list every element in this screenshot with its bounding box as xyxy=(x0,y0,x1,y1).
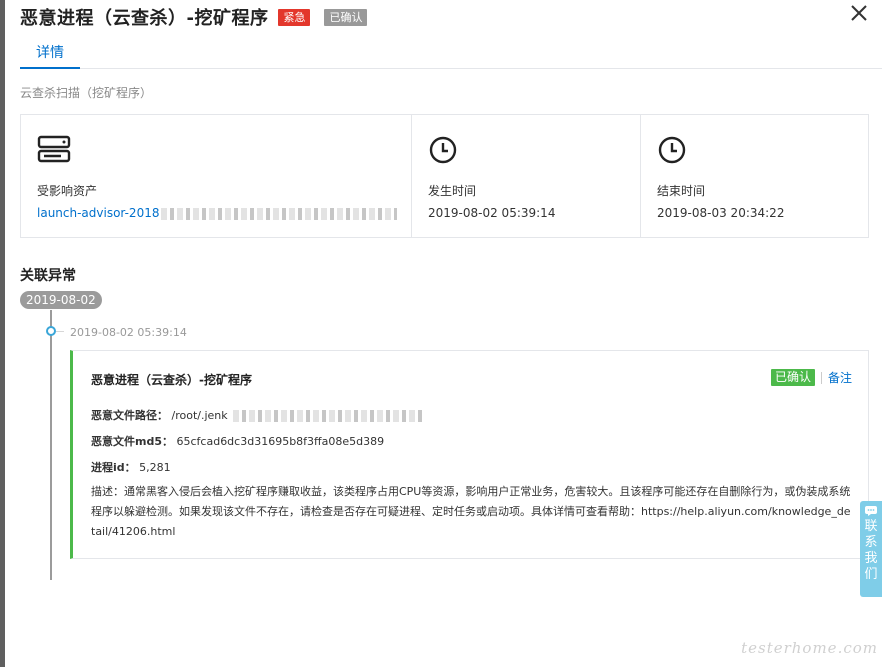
chat-icon xyxy=(865,506,877,516)
tab-bar: 详情 xyxy=(20,38,882,69)
confirmed-status-badge: 已确认 xyxy=(770,369,815,386)
md5-label: 恶意文件md5： xyxy=(91,435,173,448)
tab-details[interactable]: 详情 xyxy=(20,38,80,69)
header: 恶意进程（云查杀）-挖矿程序 紧急 已确认 xyxy=(20,4,368,30)
redacted-mask xyxy=(233,410,426,422)
status-tag: 已确认 xyxy=(324,8,368,26)
info-cell-asset: 受影响资产 launch-advisor-2018 xyxy=(21,115,411,237)
start-time-label: 发生时间 xyxy=(428,184,477,198)
start-time-value: 2019-08-02 05:39:14 xyxy=(428,206,556,220)
event-time: 2019-08-02 05:39:14 xyxy=(70,326,187,339)
timeline-date-badge: 2019-08-02 xyxy=(20,291,102,309)
md5-value: 65cfcad6dc3d31695b8f3ffa08e5d389 xyxy=(176,435,385,448)
asset-name: launch-advisor-2018 xyxy=(37,206,160,220)
timeline-dot xyxy=(46,326,56,336)
md5-row: 恶意文件md5： 65cfcad6dc3d31695b8f3ffa08e5d38… xyxy=(91,433,384,449)
description-label: 描述： xyxy=(91,485,124,498)
description-text: 通常黑客入侵后会植入挖矿程序赚取收益，该类程序占用CPU等资源，影响用户正常业务… xyxy=(91,485,851,538)
server-icon xyxy=(37,135,71,163)
description: 描述：通常黑客入侵后会植入挖矿程序赚取收益，该类程序占用CPU等资源，影响用户正… xyxy=(91,482,854,542)
page-title: 恶意进程（云查杀）-挖矿程序 xyxy=(20,8,269,29)
severity-tag: 紧急 xyxy=(278,8,311,26)
contact-us-label: 联系我们 xyxy=(864,519,878,582)
clock-icon xyxy=(429,136,457,164)
info-cell-start-time: 发生时间 2019-08-02 05:39:14 xyxy=(411,115,640,237)
asset-link[interactable]: launch-advisor-2018 xyxy=(37,206,398,220)
action-divider xyxy=(820,371,822,384)
info-panel: 受影响资产 launch-advisor-2018 发生时间 2019-08-0… xyxy=(20,114,869,238)
info-cell-end-time: 结束时间 2019-08-03 20:34:22 xyxy=(640,115,868,237)
event-actions: 已确认 备注 xyxy=(770,369,852,386)
left-edge-bar xyxy=(0,0,5,667)
redacted-mask xyxy=(161,207,398,220)
contact-us-button[interactable]: 联系我们 xyxy=(860,501,882,597)
close-button[interactable] xyxy=(848,2,870,24)
pid-value: 5,281 xyxy=(139,461,171,474)
end-time-label: 结束时间 xyxy=(657,184,706,198)
close-icon xyxy=(851,5,867,21)
note-link[interactable]: 备注 xyxy=(828,369,852,386)
timeline-line xyxy=(50,310,52,580)
timeline-connector xyxy=(56,331,64,332)
file-path-value: /root/.jenk xyxy=(171,409,228,422)
related-anomalies-heading: 关联异常 xyxy=(20,268,76,284)
file-path-label: 恶意文件路径： xyxy=(91,409,168,422)
file-path-row: 恶意文件路径： /root/.jenk xyxy=(91,407,426,423)
event-title: 恶意进程（云查杀）-挖矿程序 xyxy=(91,373,252,387)
pid-label: 进程id： xyxy=(91,461,136,474)
scan-subtitle: 云查杀扫描（挖矿程序） xyxy=(20,86,153,100)
end-time-value: 2019-08-03 20:34:22 xyxy=(657,206,785,220)
pid-row: 进程id： 5,281 xyxy=(91,459,171,475)
watermark: testerhome.com xyxy=(741,639,878,657)
clock-icon xyxy=(658,136,686,164)
asset-label: 受影响资产 xyxy=(37,184,98,198)
event-card: 恶意进程（云查杀）-挖矿程序 已确认 备注 恶意文件路径： /root/.jen… xyxy=(70,350,869,559)
